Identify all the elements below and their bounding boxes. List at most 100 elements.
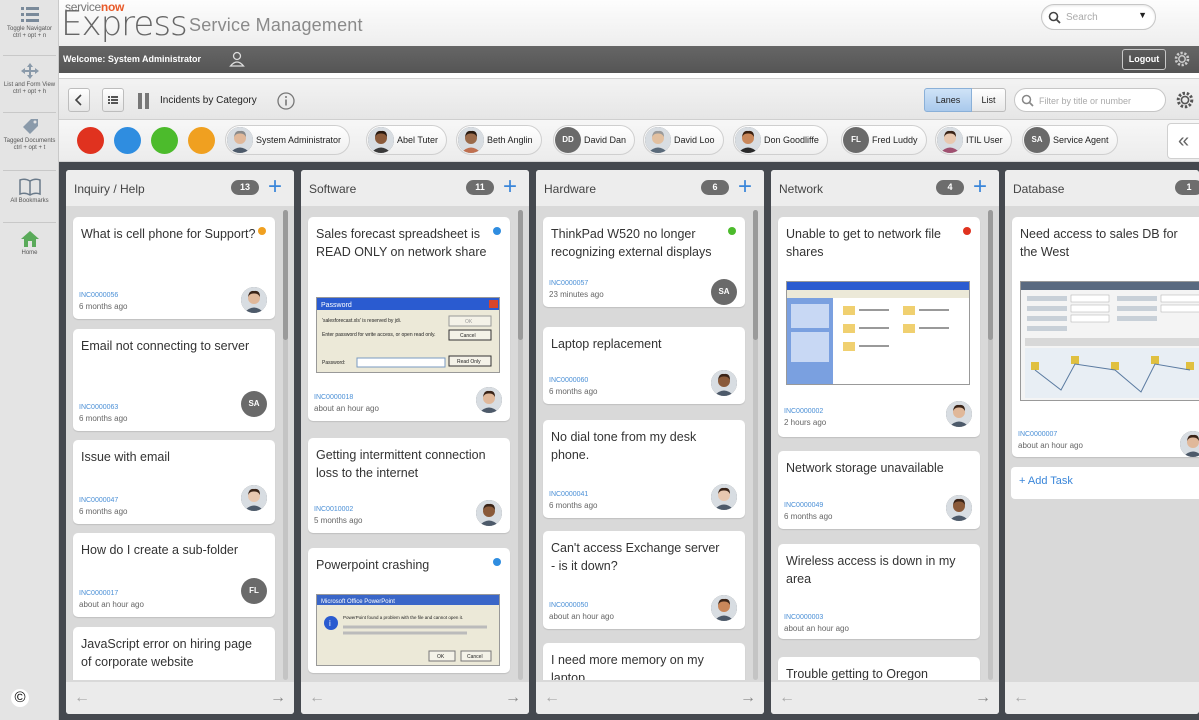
red-color-filter[interactable] [77, 127, 104, 154]
green-color-filter[interactable] [151, 127, 178, 154]
arrow-left-icon[interactable]: ← [544, 689, 560, 707]
lane-network: Network 4 + Unable to get to network file s… [771, 170, 999, 714]
assignee-avatar[interactable] [1180, 431, 1199, 457]
incident-number[interactable]: INC0000057 [549, 280, 588, 287]
add-card-button[interactable]: + [738, 173, 752, 201]
incident-number[interactable]: INC0000018 [314, 394, 353, 401]
arrow-right-icon[interactable]: → [740, 689, 756, 707]
arrow-left-icon[interactable]: ← [1013, 689, 1029, 707]
arrow-right-icon[interactable]: → [975, 689, 991, 707]
lane-scrollbar[interactable] [753, 210, 758, 680]
lane-scrollbar[interactable] [283, 210, 288, 680]
assignee-avatar[interactable] [711, 595, 737, 621]
incident-number[interactable]: INC0000050 [549, 602, 588, 609]
gear-icon[interactable] [1175, 90, 1195, 110]
arrow-left-icon[interactable]: ← [779, 689, 795, 707]
list-view-button[interactable]: List [972, 88, 1006, 112]
blue-color-filter[interactable] [114, 127, 141, 154]
assignee-avatar[interactable]: SA [711, 279, 737, 305]
logout-button[interactable]: Logout [1122, 49, 1166, 70]
incident-card[interactable]: ThinkPad W520 no longer recognizing exte… [543, 217, 745, 307]
add-card-button[interactable]: + [268, 173, 282, 201]
member-abel-tuter[interactable]: Abel Tuter [366, 125, 448, 155]
incident-card[interactable]: Sales forecast spreadsheet is READ ONLY … [308, 217, 510, 421]
incident-number[interactable]: INC0000056 [79, 292, 118, 299]
assignee-avatar[interactable] [241, 287, 267, 313]
info-icon[interactable] [277, 92, 295, 110]
add-task-label: + Add Task [1019, 475, 1073, 487]
orange-color-filter[interactable] [188, 127, 215, 154]
assignee-avatar[interactable] [241, 485, 267, 511]
filter-input[interactable]: Filter by title or number [1014, 88, 1166, 112]
global-search-input[interactable]: Search ▼ [1041, 4, 1156, 30]
incident-number[interactable]: INC0000041 [549, 491, 588, 498]
arrow-right-icon[interactable]: → [505, 689, 521, 707]
incident-card[interactable]: JavaScript error on hiring page of corpo… [73, 627, 275, 680]
collapse-members-button[interactable]: « [1167, 123, 1199, 159]
incident-card[interactable]: Getting intermittent connection loss to … [308, 438, 510, 533]
lanes-view-button[interactable]: Lanes [924, 88, 972, 112]
assignee-avatar[interactable] [946, 401, 972, 427]
member-david-dan[interactable]: DD David Dan [553, 125, 636, 155]
card-title: Network storage unavailable [786, 461, 944, 475]
incident-card[interactable]: Email not connecting to server INC0000063… [73, 329, 275, 431]
arrow-left-icon[interactable]: ← [309, 689, 325, 707]
member-itil-user[interactable]: ITIL User [935, 125, 1012, 155]
arrow-right-icon[interactable]: → [270, 689, 286, 707]
incident-card[interactable]: Can't access Exchange server - is it dow… [543, 531, 745, 629]
toggle-navigator-button[interactable]: Toggle Navigator ctrl + opt + n [0, 6, 59, 40]
list-form-view-button[interactable]: List and Form View ctrl + opt + h [0, 62, 59, 96]
assignee-avatar[interactable]: FL [241, 578, 267, 604]
incident-number[interactable]: INC0000017 [79, 590, 118, 597]
incident-number[interactable]: INC0000060 [549, 377, 588, 384]
chevron-down-icon[interactable]: ▼ [1138, 10, 1147, 20]
incident-number[interactable]: INC0000003 [784, 614, 823, 621]
tagged-documents-button[interactable]: Tagged Documents ctrl + opt + t [0, 118, 59, 152]
incident-card[interactable]: No dial tone from my desk phone. INC00000… [543, 420, 745, 518]
incident-card[interactable]: Wireless access is down in my area INC000… [778, 544, 980, 639]
all-bookmarks-button[interactable]: All Bookmarks [0, 178, 59, 205]
incident-card[interactable]: Unable to get to network file shares INC0… [778, 217, 980, 437]
assignee-avatar[interactable] [946, 495, 972, 521]
incident-card[interactable]: What is cell phone for Support? INC000005… [73, 217, 275, 319]
incident-card[interactable]: Need access to sales DB for the West INC0… [1012, 217, 1199, 457]
assignee-avatar[interactable]: SA [241, 391, 267, 417]
gear-icon[interactable] [1173, 50, 1191, 68]
assignee-avatar[interactable] [476, 387, 502, 413]
incident-card[interactable]: Powerpoint crashing Microsoft Office Powe… [308, 548, 510, 673]
arrow-left-icon[interactable]: ← [74, 689, 90, 707]
lane-cards: Sales forecast spreadsheet is READ ONLY … [301, 206, 529, 680]
member-service-agent[interactable]: SA Service Agent [1022, 125, 1118, 155]
member-david-loo[interactable]: David Loo [643, 125, 724, 155]
incident-card[interactable]: Trouble getting to Oregon [778, 657, 980, 680]
incident-number[interactable]: INC0000007 [1018, 431, 1057, 438]
incident-card[interactable]: How do I create a sub-folder INC0000017 ab… [73, 533, 275, 617]
member-don-goodliffe[interactable]: Don Goodliffe [733, 125, 828, 155]
incident-card[interactable]: Issue with email INC0000047 6 months ago [73, 440, 275, 524]
lane-scrollbar[interactable] [988, 210, 993, 680]
add-task-button[interactable]: + Add Task [1011, 467, 1199, 499]
user-icon[interactable] [229, 51, 245, 67]
lane-scrollbar[interactable] [518, 210, 523, 680]
incident-number[interactable]: INC0000002 [784, 408, 823, 415]
assignee-avatar[interactable] [711, 484, 737, 510]
incident-card[interactable]: Network storage unavailable INC0000049 6 m… [778, 451, 980, 529]
dialog-text: 'salesforecast.xls' is reserved by jdi. [322, 318, 401, 324]
back-button[interactable] [68, 88, 90, 112]
incident-number[interactable]: INC0000047 [79, 497, 118, 504]
incident-number[interactable]: INC0000063 [79, 404, 118, 411]
member-fred-luddy[interactable]: FL Fred Luddy [841, 125, 927, 155]
assignee-avatar[interactable] [476, 500, 502, 526]
assignee-avatar[interactable] [711, 370, 737, 396]
pause-icon[interactable] [137, 92, 151, 110]
add-card-button[interactable]: + [503, 173, 517, 201]
incident-card[interactable]: Laptop replacement INC0000060 6 months ago [543, 327, 745, 404]
incident-number[interactable]: INC0010002 [314, 506, 353, 513]
home-button[interactable]: Home [0, 230, 59, 257]
member-beth-anglin[interactable]: Beth Anglin [456, 125, 542, 155]
board-menu-button[interactable] [102, 88, 124, 112]
incident-number[interactable]: INC0000049 [784, 502, 823, 509]
add-card-button[interactable]: + [973, 173, 987, 201]
incident-card[interactable]: I need more memory on my laptop [543, 643, 745, 680]
member-system-administrator[interactable]: System Administrator [225, 125, 351, 155]
